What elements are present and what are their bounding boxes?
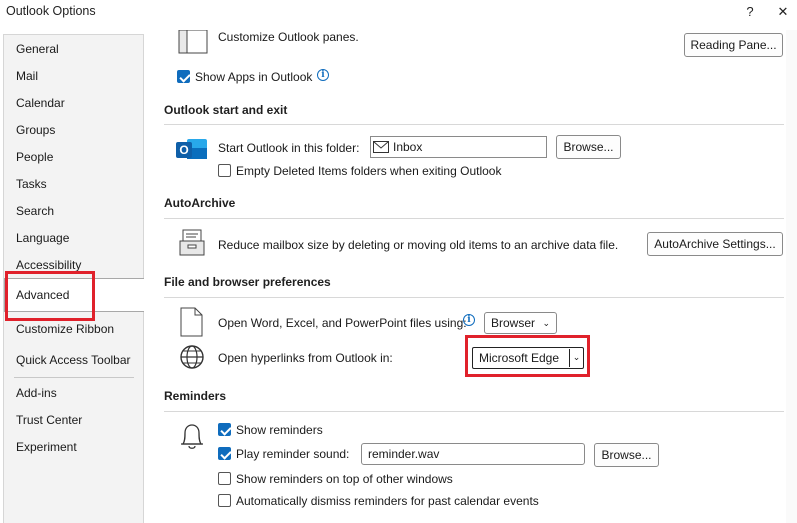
start-folder-label: Start Outlook in this folder: xyxy=(218,141,360,155)
archive-box-icon xyxy=(178,228,208,258)
mail-envelope-icon xyxy=(373,141,389,153)
reminders-on-top-label: Show reminders on top of other windows xyxy=(236,472,453,486)
sidebar-divider xyxy=(14,377,134,378)
play-sound-checkbox[interactable] xyxy=(218,447,231,460)
bell-icon xyxy=(178,422,206,452)
sidebar-item-mail[interactable]: Mail xyxy=(4,63,143,89)
hyperlinks-select-value: Microsoft Edge xyxy=(479,351,560,365)
sidebar-item-accessibility[interactable]: Accessibility xyxy=(4,252,143,278)
section-title-reminders: Reminders xyxy=(164,389,227,403)
globe-icon xyxy=(179,344,205,370)
close-button[interactable]: ✕ xyxy=(771,2,795,22)
section-title-autoarchive: AutoArchive xyxy=(164,196,236,210)
panes-icon xyxy=(178,29,208,54)
section-divider xyxy=(164,124,784,125)
empty-deleted-label: Empty Deleted Items folders when exiting… xyxy=(236,164,502,178)
auto-dismiss-label: Automatically dismiss reminders for past… xyxy=(236,494,539,508)
sidebar-item-calendar[interactable]: Calendar xyxy=(4,90,143,116)
auto-dismiss-checkbox[interactable] xyxy=(218,494,231,507)
open-files-info-icon[interactable]: i xyxy=(463,314,475,326)
section-divider xyxy=(164,218,784,219)
hyperlinks-browser-select[interactable]: Microsoft Edge ⌄ xyxy=(472,347,584,369)
autoarchive-description: Reduce mailbox size by deleting or movin… xyxy=(218,238,619,252)
reading-pane-button[interactable]: Reading Pane... xyxy=(684,33,783,57)
open-files-select-value: Browser xyxy=(491,316,536,330)
sidebar-item-add-ins[interactable]: Add-ins xyxy=(4,380,143,406)
chevron-down-icon: ⌄ xyxy=(569,349,583,367)
svg-text:O: O xyxy=(179,143,188,157)
window-title: Outlook Options xyxy=(6,4,96,18)
sidebar-item-trust-center[interactable]: Trust Center xyxy=(4,407,143,433)
show-reminders-checkbox[interactable] xyxy=(218,423,231,436)
sidebar: General Mail Calendar Groups People Task… xyxy=(3,34,144,523)
sidebar-item-people[interactable]: People xyxy=(4,144,143,170)
start-folder-browse-button[interactable]: Browse... xyxy=(556,135,621,159)
reminders-on-top-checkbox[interactable] xyxy=(218,472,231,485)
start-folder-field[interactable]: Inbox xyxy=(370,136,547,158)
show-reminders-label: Show reminders xyxy=(236,423,323,437)
reminder-sound-field[interactable]: reminder.wav xyxy=(361,443,585,465)
autoarchive-settings-button[interactable]: AutoArchive Settings... xyxy=(647,232,783,256)
hyperlinks-label: Open hyperlinks from Outlook in: xyxy=(218,351,393,365)
sidebar-item-general[interactable]: General xyxy=(4,36,143,62)
reminder-sound-browse-button[interactable]: Browse... xyxy=(594,443,659,467)
sidebar-item-search[interactable]: Search xyxy=(4,198,143,224)
sidebar-item-advanced[interactable]: Advanced xyxy=(4,278,144,312)
sidebar-item-language[interactable]: Language xyxy=(4,225,143,251)
vertical-scrollbar[interactable] xyxy=(786,30,797,523)
chevron-down-icon: ⌄ xyxy=(542,318,550,328)
show-apps-checkbox[interactable] xyxy=(177,70,190,83)
section-title-start-exit: Outlook start and exit xyxy=(164,103,288,117)
sidebar-item-customize-ribbon[interactable]: Customize Ribbon xyxy=(4,316,143,342)
outlook-icon: O xyxy=(175,136,209,164)
sidebar-item-quick-access-toolbar[interactable]: Quick Access Toolbar xyxy=(4,347,143,373)
empty-deleted-checkbox[interactable] xyxy=(218,164,231,177)
help-button[interactable]: ? xyxy=(738,2,762,22)
play-sound-label: Play reminder sound: xyxy=(236,447,350,461)
section-divider xyxy=(164,411,784,412)
section-divider xyxy=(164,297,784,298)
open-files-label: Open Word, Excel, and PowerPoint files u… xyxy=(218,316,467,330)
sidebar-item-experiment[interactable]: Experiment xyxy=(4,434,143,460)
customize-panes-label: Customize Outlook panes. xyxy=(218,30,359,44)
document-icon xyxy=(180,307,204,337)
show-apps-label: Show Apps in Outlook xyxy=(195,70,313,84)
sidebar-item-tasks[interactable]: Tasks xyxy=(4,171,143,197)
open-files-select[interactable]: Browser ⌄ xyxy=(484,312,557,334)
sidebar-item-groups[interactable]: Groups xyxy=(4,117,143,143)
show-apps-info-icon[interactable]: i xyxy=(317,69,329,81)
section-title-file-browser: File and browser preferences xyxy=(164,275,331,289)
